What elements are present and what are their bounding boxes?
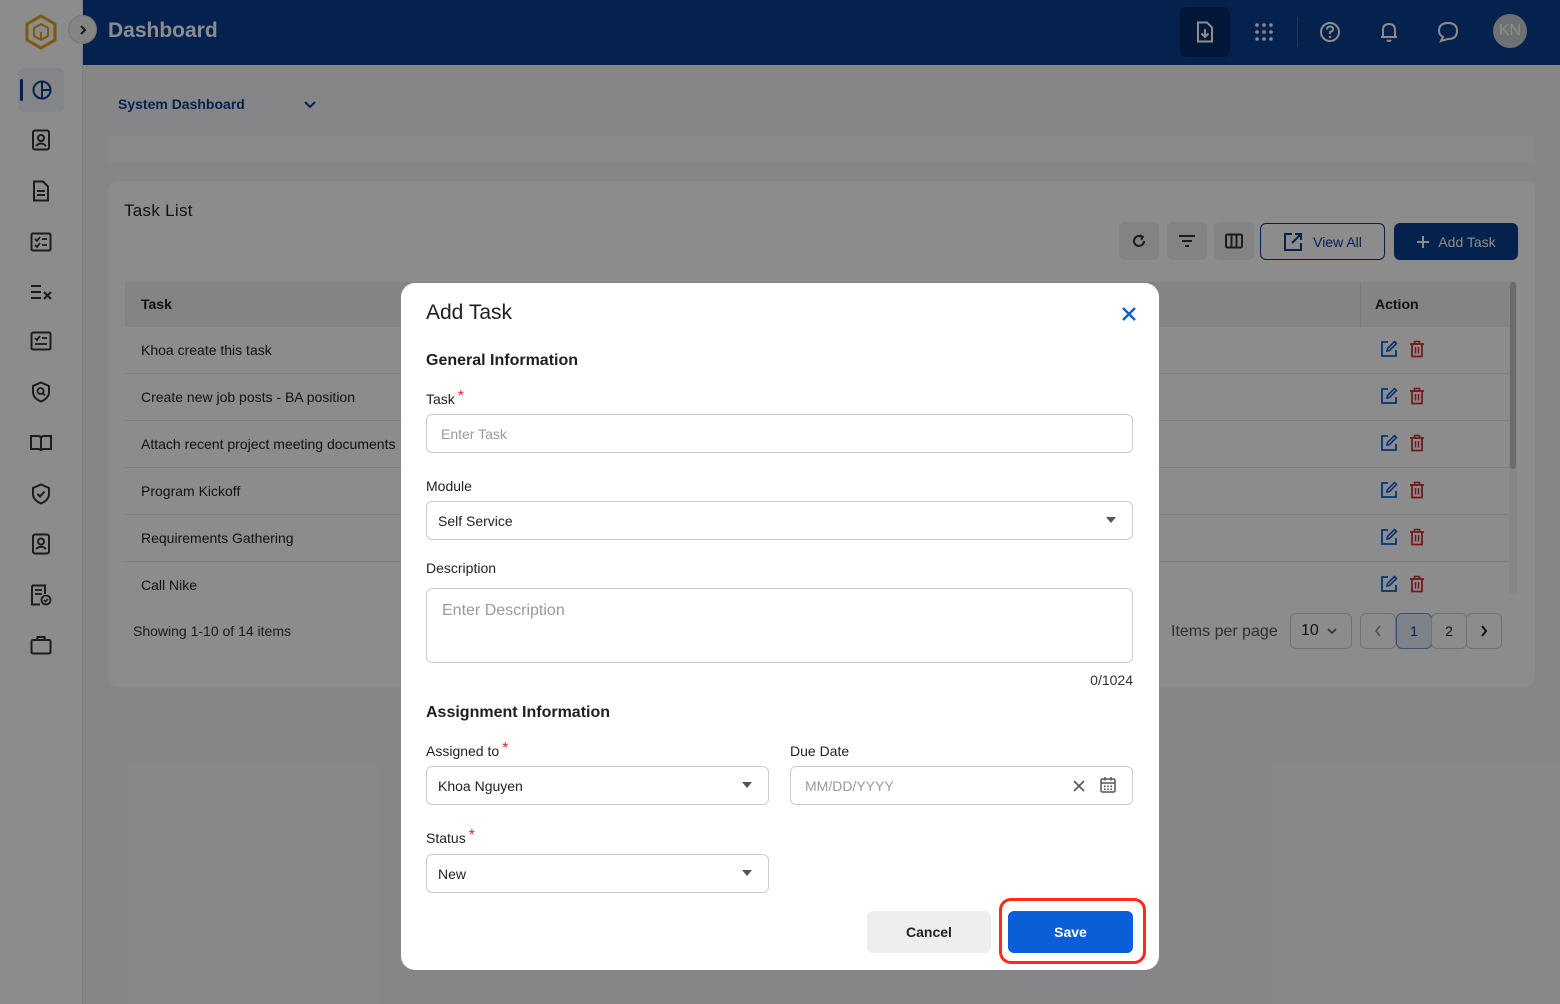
required-marker: * xyxy=(502,740,509,757)
module-select[interactable]: Self Service xyxy=(426,501,1133,540)
description-label: Description xyxy=(426,560,497,576)
assignment-information-heading: Assignment Information xyxy=(426,704,611,721)
status-label-text: Status xyxy=(426,830,466,846)
caret-down-icon xyxy=(742,782,752,788)
add-task-dialog: Add Task General Information Task* Modul… xyxy=(401,283,1159,970)
dialog-title: Add Task xyxy=(426,301,512,324)
caret-down-icon xyxy=(742,870,752,876)
task-input[interactable] xyxy=(426,414,1133,453)
assigned-to-select[interactable]: Khoa Nguyen xyxy=(426,766,769,805)
required-marker: * xyxy=(468,827,475,844)
clear-icon[interactable] xyxy=(1072,779,1086,793)
assigned-to-field-label: Assigned to * xyxy=(426,740,509,761)
cancel-button[interactable]: Cancel xyxy=(867,911,991,953)
calendar-icon[interactable] xyxy=(1099,776,1117,794)
task-field-label: Task * xyxy=(426,388,465,409)
status-value: New xyxy=(438,865,467,882)
description-char-counter: 0/1024 xyxy=(1090,672,1133,688)
task-label-text: Task xyxy=(426,391,455,407)
assigned-to-value: Khoa Nguyen xyxy=(438,777,523,794)
module-value: Self Service xyxy=(438,512,513,529)
caret-down-icon xyxy=(1106,517,1116,523)
module-label: Module xyxy=(426,478,472,494)
status-select[interactable]: New xyxy=(426,854,769,893)
close-icon[interactable] xyxy=(1119,304,1139,324)
save-button[interactable]: Save xyxy=(1008,911,1133,953)
due-date-label: Due Date xyxy=(790,743,850,759)
assigned-to-label-text: Assigned to xyxy=(426,743,500,759)
status-field-label: Status * xyxy=(426,827,475,848)
general-information-heading: General Information xyxy=(426,352,579,369)
required-marker: * xyxy=(457,388,465,405)
description-textarea[interactable] xyxy=(426,588,1133,663)
